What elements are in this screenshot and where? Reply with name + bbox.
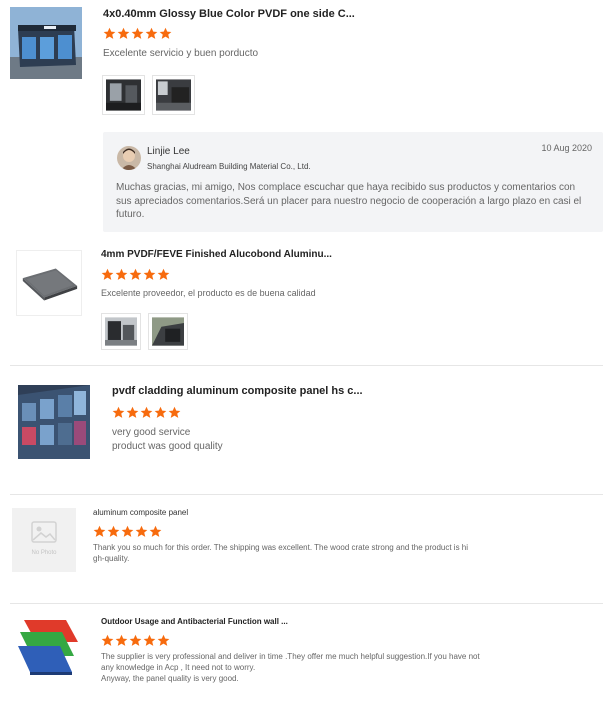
star-icon: [126, 406, 139, 419]
product-thumbnail[interactable]: [18, 385, 90, 459]
building-storefront-image: [10, 7, 82, 79]
product-title[interactable]: pvdf cladding aluminum composite panel h…: [112, 385, 363, 397]
comment-line: product was good quality: [112, 440, 223, 452]
star-icon: [107, 525, 120, 538]
comment-line: any knowledge in Acp , It need not to wo…: [101, 662, 256, 672]
review-photos: [102, 75, 195, 115]
star-icon: [115, 268, 128, 281]
review-item-3: pvdf cladding aluminum composite panel h…: [0, 366, 603, 494]
color-panels-image: [16, 618, 82, 678]
no-photo-label: No Photo: [31, 550, 57, 556]
comment-line: The supplier is very professional and de…: [101, 652, 480, 661]
star-icon: [117, 27, 130, 40]
star-icon: [135, 525, 148, 538]
comment-line: Excelente proveedor, el producto es de b…: [101, 288, 316, 298]
comment-line: Anyway, the panel quality is very good.: [101, 673, 239, 683]
star-icon: [157, 634, 170, 647]
star-icon: [93, 525, 106, 538]
review-item-5: Outdoor Usage and Antibacterial Function…: [0, 604, 603, 708]
reply-author-name: Linjie Lee: [147, 146, 190, 157]
review-photo[interactable]: [101, 313, 141, 350]
site-photo-1: [105, 317, 137, 346]
product-title[interactable]: 4x0.40mm Glossy Blue Color PVDF one side…: [103, 8, 355, 20]
star-icon: [115, 634, 128, 647]
product-thumbnail[interactable]: No Photo: [12, 508, 76, 572]
avatar: [117, 146, 141, 170]
product-title[interactable]: Outdoor Usage and Antibacterial Function…: [101, 617, 288, 626]
review-comment: Excelente proveedor, el producto es de b…: [101, 287, 316, 299]
review-comment: Thank you so much for this order. The sh…: [93, 543, 468, 565]
star-icon: [121, 525, 134, 538]
facade-image: [18, 385, 90, 459]
reply-company: Shanghai Aludream Building Material Co.,…: [147, 162, 311, 171]
star-icon: [101, 268, 114, 281]
review-comment: The supplier is very professional and de…: [101, 652, 480, 684]
product-title[interactable]: 4mm PVDF/FEVE Finished Alucobond Aluminu…: [101, 249, 332, 260]
star-icon: [131, 27, 144, 40]
interior-photo-2: [156, 79, 191, 111]
rating-stars: [93, 525, 162, 538]
star-icon: [129, 634, 142, 647]
rating-stars: [101, 268, 170, 281]
seller-avatar-image: [117, 146, 141, 170]
comment-line: gh-quality.: [93, 553, 130, 563]
interior-photo-1: [106, 79, 141, 111]
comment-line: Excelente servicio y buen porducto: [103, 48, 259, 59]
no-photo-placeholder: [12, 508, 76, 572]
star-icon: [143, 634, 156, 647]
star-icon: [145, 27, 158, 40]
star-icon: [140, 406, 153, 419]
review-photo[interactable]: [148, 313, 188, 350]
review-comment: Excelente servicio y buen porducto: [103, 47, 258, 61]
star-icon: [101, 634, 114, 647]
comment-line: very good service: [112, 427, 191, 438]
comment-line: Thank you so much for this order. The sh…: [93, 543, 469, 552]
review-item-2: 4mm PVDF/FEVE Finished Alucobond Aluminu…: [0, 240, 603, 365]
reply-text: Muchas gracias, mi amigo, Nos complace e…: [116, 182, 582, 220]
star-icon: [157, 268, 170, 281]
panel-image: [17, 251, 81, 315]
star-icon: [159, 27, 172, 40]
review-item-4: No Photo aluminum composite panel Thank …: [0, 495, 603, 603]
review-photo[interactable]: [152, 75, 195, 115]
reply-date: 10 Aug 2020: [541, 143, 592, 153]
star-icon: [149, 525, 162, 538]
product-thumbnail[interactable]: [16, 618, 82, 678]
rating-stars: [112, 406, 181, 419]
seller-reply: Linjie Lee Shanghai Aludream Building Ma…: [103, 132, 603, 232]
star-icon: [129, 268, 142, 281]
product-thumbnail[interactable]: [16, 250, 82, 316]
star-icon: [168, 406, 181, 419]
review-comment: very good service product was good quali…: [112, 426, 223, 453]
star-icon: [103, 27, 116, 40]
rating-stars: [101, 634, 170, 647]
review-photo[interactable]: [102, 75, 145, 115]
product-title[interactable]: aluminum composite panel: [93, 508, 188, 517]
star-icon: [112, 406, 125, 419]
star-icon: [154, 406, 167, 419]
site-photo-2: [152, 317, 184, 346]
rating-stars: [103, 27, 172, 40]
star-icon: [143, 268, 156, 281]
product-thumbnail[interactable]: [10, 7, 82, 79]
review-photos: [101, 313, 188, 350]
review-item-1: 4x0.40mm Glossy Blue Color PVDF one side…: [0, 0, 603, 240]
